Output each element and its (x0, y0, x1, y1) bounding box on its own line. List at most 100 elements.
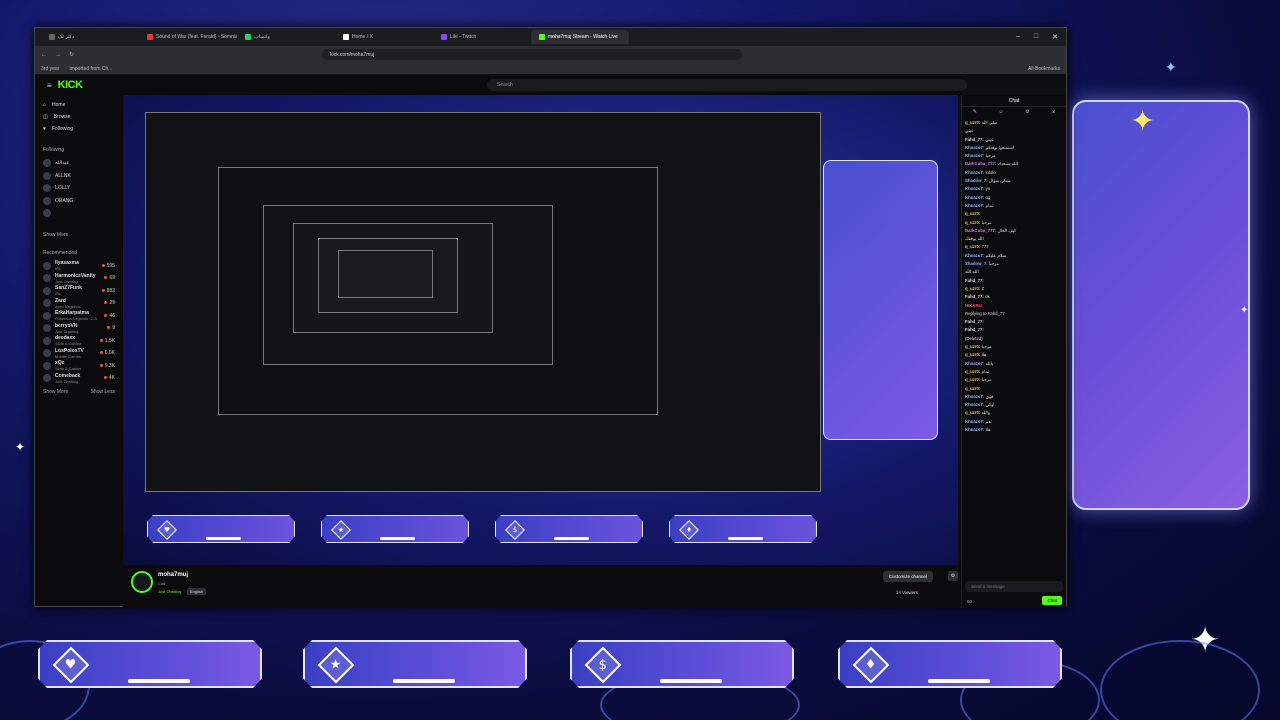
sidebar-item-home[interactable]: ⌂ Home (43, 99, 115, 111)
sidebar-item-following[interactable]: ♥ Following (43, 123, 115, 135)
chat-username[interactable]: Khoazo7: (965, 253, 984, 258)
bottom-card-dollar[interactable]: $ (570, 640, 794, 688)
bookmark-item[interactable]: 3rd year (41, 66, 59, 72)
chat-username[interactable]: q_uzr0: (965, 244, 980, 249)
chat-username[interactable]: Fahd_77: (965, 327, 984, 332)
browser-tab[interactable]: دکتر تک (41, 30, 139, 44)
minimize-button[interactable]: – (1016, 33, 1020, 41)
chat-text: سلام عليكم (985, 252, 1007, 258)
chat-input[interactable]: Send a message (965, 581, 1063, 592)
recommended-text: LosPolosTV Mobile Games (55, 348, 84, 359)
chat-username[interactable]: Khoazo7: (965, 203, 984, 208)
recommended-item[interactable]: SanZ7Funk IRL 882 (43, 285, 115, 298)
close-button[interactable]: ✕ (1052, 33, 1058, 41)
show-more-button[interactable]: Show More (43, 389, 68, 395)
menu-icon[interactable]: ≡ (47, 81, 52, 90)
show-more-following[interactable]: Show More (43, 232, 115, 238)
recommended-item[interactable]: xQc Slots & Casino 9.3K (43, 360, 115, 373)
kick-logo[interactable]: KICK (58, 79, 83, 91)
heart-icon: ♥ (52, 646, 90, 684)
chat-username[interactable]: Khoazo7: (965, 145, 984, 150)
reload-icon[interactable]: ↻ (69, 51, 74, 58)
chat-username[interactable]: q_uzr0: (965, 386, 980, 391)
chat-username[interactable]: HIKARU: (965, 303, 983, 308)
pin-icon[interactable]: ✎ (973, 109, 977, 115)
show-less-button[interactable]: Show Less (91, 389, 115, 395)
recommended-item[interactable]: Zard Apex Legends 29 (43, 297, 115, 310)
chat-username[interactable]: Khoazo7: (965, 427, 984, 432)
back-icon[interactable]: ← (41, 52, 47, 58)
chat-username[interactable]: q_uzr0: (965, 352, 980, 357)
avatar (43, 209, 51, 218)
avatar (43, 361, 51, 370)
following-item[interactable]: ALLNK (43, 170, 115, 183)
customize-channel-button[interactable]: Customize channel (882, 571, 933, 582)
chat-message: الله يوفقك (965, 235, 1063, 243)
chat-username[interactable]: Fahd_77: (965, 294, 984, 299)
chat-username[interactable]: Khoazo7: (965, 186, 984, 191)
recommended-item[interactable]: deedaxx Slots & Casino 1.5K (43, 335, 115, 348)
recommended-item[interactable]: ErkaHarpatma Pokemon Legends: Z-A 46 (43, 310, 115, 323)
settings-icon[interactable]: ⚙ (948, 571, 958, 581)
chat-username[interactable]: q_uzr0: (965, 286, 980, 291)
avatar[interactable] (131, 571, 153, 593)
chat-username[interactable]: Fahd_77: (965, 278, 984, 283)
bottom-card-heart[interactable]: ♥ (38, 640, 262, 688)
expand-icon[interactable]: ⇲ (1051, 109, 1055, 115)
viewer-number: 1.5K (104, 337, 115, 344)
recommended-item[interactable]: berryoVN Just Chatting 9 (43, 322, 115, 335)
recommended-text: SanZ7Funk IRL (55, 285, 82, 296)
streamer-name[interactable]: moha7muj (158, 572, 188, 578)
maximize-button[interactable]: □ (1034, 33, 1038, 41)
chat-username[interactable]: Khoazo7: (965, 394, 984, 399)
browser-tab[interactable]: Sound of War (feat. Faraid) - Somnia (139, 30, 237, 44)
following-item[interactable]: ORANG (43, 195, 115, 208)
recommended-item[interactable]: Ilyasaxma IRL 595 (43, 260, 115, 273)
following-item[interactable] (43, 207, 115, 220)
stream-category[interactable]: Just Chatting (158, 589, 181, 594)
bookmark-item[interactable]: Imported from Ch... (69, 66, 112, 72)
chat-username[interactable]: q_uzr0: (965, 344, 980, 349)
chat-username[interactable]: q_uzr0: (965, 377, 980, 382)
chat-username[interactable]: q_uzr0: (965, 120, 980, 125)
chat-username[interactable]: Khoazo7: (965, 195, 984, 200)
browser-tab[interactable]: moha7muj Stream - Watch Live (531, 30, 629, 44)
chat-username[interactable]: Khoazo7: (965, 361, 984, 366)
sidebar-item-browse[interactable]: ◫ Browse (43, 111, 115, 123)
recommended-item[interactable]: Comeback Just Chatting 4K (43, 372, 115, 385)
forward-icon[interactable]: → (55, 52, 61, 58)
all-bookmarks-button[interactable]: All Bookmarks (1028, 66, 1060, 72)
chat-username[interactable]: Shadow_7: (965, 178, 988, 183)
avatar (43, 286, 51, 295)
chat-username[interactable]: Shadow_7: (965, 261, 988, 266)
chat-send-button[interactable]: Chat (1042, 596, 1062, 605)
recommended-item[interactable]: LosPolosTV Mobile Games 6.6K (43, 347, 115, 360)
chat-title: Chat (962, 95, 1066, 107)
chat-username[interactable]: Khoazo7: (965, 402, 984, 407)
chat-username[interactable]: Fahd_77: (965, 137, 984, 142)
live-dot-icon (107, 326, 111, 330)
chat-username[interactable]: q_uzr0: (965, 410, 980, 415)
bottom-card-star[interactable]: ★ (303, 640, 527, 688)
chat-username[interactable]: q_uzr0: (965, 369, 980, 374)
browser-tab[interactable]: واتساپ (237, 30, 335, 44)
browser-tab[interactable]: Home / X (335, 30, 433, 44)
recommended-item[interactable]: HarmonicsVanity Just Chatting 69 (43, 272, 115, 285)
chat-username[interactable]: q_uzr0: (965, 220, 980, 225)
bottom-card-diamond[interactable]: ♦ (838, 640, 1062, 688)
chat-username[interactable]: DarkCuba_777: (965, 161, 996, 166)
chat-username[interactable]: Khoazo7: (965, 170, 984, 175)
following-item[interactable]: LOLLY (43, 182, 115, 195)
settings-icon[interactable]: ⚙ (1025, 109, 1029, 115)
chat-username[interactable]: Khoazo7: (965, 153, 984, 158)
chat-username[interactable]: DarkCuba_777: (965, 228, 996, 233)
browser-tab[interactable]: Lile - Twitch (433, 30, 531, 44)
search-input[interactable]: Search (487, 79, 967, 91)
chat-username[interactable]: Khoazo7: (965, 419, 984, 424)
chat-username[interactable]: Fahd_77: (965, 319, 984, 324)
video-player[interactable]: ♥ ★ $ ♦ (123, 95, 958, 565)
following-item[interactable]: عبدالله (43, 157, 115, 170)
url-field[interactable]: kick.com/moha7muj (322, 49, 743, 60)
users-icon[interactable]: ☺ (998, 109, 1003, 115)
chat-username[interactable]: q_uzr0: (965, 211, 980, 216)
